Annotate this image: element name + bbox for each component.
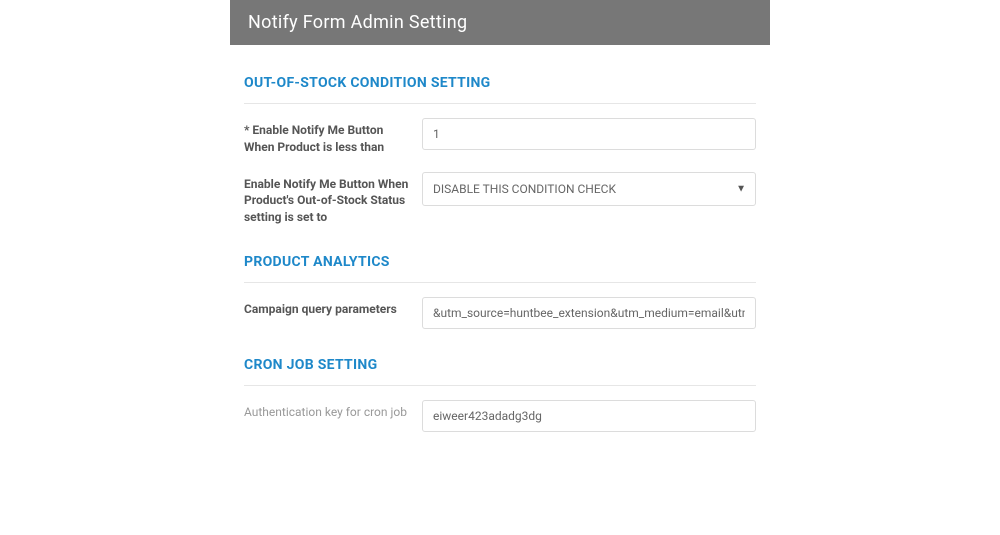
section-body: Campaign query parameters: [244, 282, 756, 329]
threshold-input[interactable]: [422, 118, 756, 150]
section-title-out-of-stock: OUT-OF-STOCK CONDITION SETTING: [244, 75, 756, 91]
authkey-input[interactable]: [422, 400, 756, 432]
section-title-analytics: PRODUCT ANALYTICS: [244, 254, 756, 270]
page-header: Notify Form Admin Setting: [230, 0, 770, 45]
control-status: DISABLE THIS CONDITION CHECK ▼: [422, 172, 756, 206]
control-authkey: [422, 400, 756, 432]
label-campaign: Campaign query parameters: [244, 297, 422, 318]
section-body: * Enable Notify Me Button When Product i…: [244, 103, 756, 226]
control-threshold: [422, 118, 756, 150]
form-row-campaign: Campaign query parameters: [244, 297, 756, 329]
label-authkey: Authentication key for cron job: [244, 400, 422, 421]
control-campaign: [422, 297, 756, 329]
settings-content: OUT-OF-STOCK CONDITION SETTING * Enable …: [230, 45, 770, 432]
form-row-authkey: Authentication key for cron job: [244, 400, 756, 432]
section-title-cron: CRON JOB SETTING: [244, 357, 756, 373]
label-status: Enable Notify Me Button When Product's O…: [244, 172, 422, 226]
admin-settings-panel: Notify Form Admin Setting OUT-OF-STOCK C…: [230, 0, 770, 432]
label-threshold: * Enable Notify Me Button When Product i…: [244, 118, 422, 156]
page-title: Notify Form Admin Setting: [248, 12, 467, 33]
select-wrapper: DISABLE THIS CONDITION CHECK ▼: [422, 172, 756, 206]
campaign-input[interactable]: [422, 297, 756, 329]
status-select[interactable]: DISABLE THIS CONDITION CHECK: [422, 172, 756, 206]
analytics-section: PRODUCT ANALYTICS Campaign query paramet…: [244, 254, 756, 329]
form-row-threshold: * Enable Notify Me Button When Product i…: [244, 118, 756, 156]
form-row-status: Enable Notify Me Button When Product's O…: [244, 172, 756, 226]
section-body: Authentication key for cron job: [244, 385, 756, 432]
out-of-stock-section: OUT-OF-STOCK CONDITION SETTING * Enable …: [244, 75, 756, 226]
cron-section: CRON JOB SETTING Authentication key for …: [244, 357, 756, 432]
